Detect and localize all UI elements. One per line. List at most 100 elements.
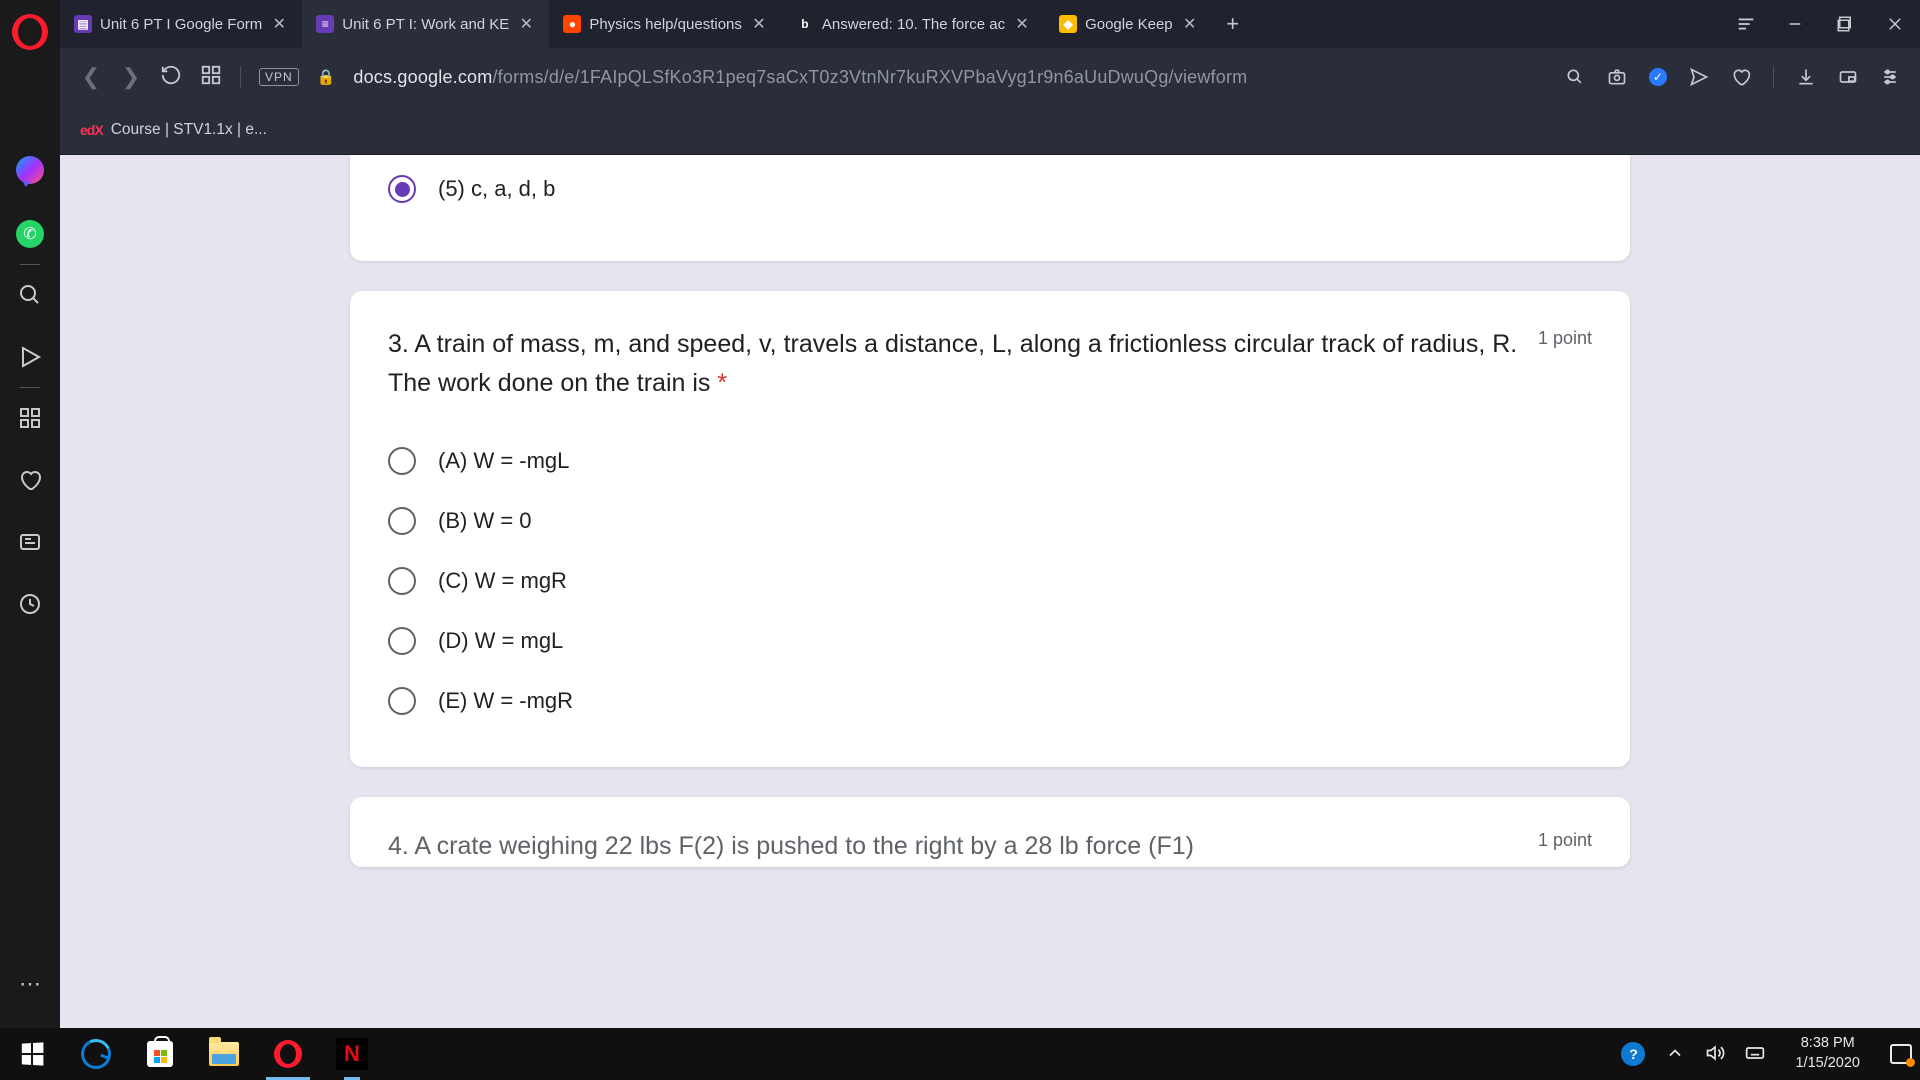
new-tab-button[interactable]: +: [1213, 0, 1253, 48]
close-icon[interactable]: ✕: [750, 14, 768, 34]
easy-setup-icon[interactable]: [1880, 67, 1900, 87]
radio-icon[interactable]: [388, 567, 416, 595]
brainly-icon: b: [796, 15, 814, 33]
bookmark-edx[interactable]: edX Course | STV1.1x | e...: [80, 121, 267, 139]
q3-option-b[interactable]: (B) W = 0: [388, 491, 1592, 551]
radio-icon[interactable]: [388, 687, 416, 715]
taskbar-clock[interactable]: 8:38 PM 1/15/2020: [1785, 1034, 1870, 1073]
keyboard-icon[interactable]: [1745, 1043, 1765, 1066]
separator: [20, 387, 40, 388]
back-button[interactable]: ❮: [80, 64, 102, 90]
whatsapp-icon[interactable]: ✆: [16, 220, 44, 248]
download-icon[interactable]: [1796, 67, 1816, 87]
taskbar-edge[interactable]: [64, 1028, 128, 1080]
lock-icon[interactable]: 🔒: [317, 68, 336, 86]
close-icon[interactable]: ✕: [1013, 14, 1031, 34]
send-icon[interactable]: [1689, 67, 1709, 87]
separator: [20, 264, 40, 265]
forms-icon: ≡: [316, 15, 334, 33]
tab-keep[interactable]: ◆ Google Keep ✕: [1045, 0, 1213, 48]
bookmarks-bar: edX Course | STV1.1x | e...: [60, 106, 1920, 155]
workspaces-icon[interactable]: [16, 404, 44, 432]
search-icon[interactable]: [16, 281, 44, 309]
news-icon[interactable]: [16, 528, 44, 556]
tab-google-form[interactable]: ▤ Unit 6 PT I Google Form ✕: [60, 0, 302, 48]
taskbar-explorer[interactable]: [192, 1028, 256, 1080]
question-text: 4. A crate weighing 22 lbs F(2) is pushe…: [388, 827, 1518, 866]
edx-icon: edX: [80, 122, 103, 138]
option-label: (D) W = mgL: [438, 628, 563, 654]
radio-icon[interactable]: [388, 627, 416, 655]
adblock-icon[interactable]: ✓: [1649, 68, 1667, 86]
play-icon[interactable]: [16, 343, 44, 371]
address-bar: ❮ ❯ VPN 🔒 docs.google.com/forms/d/e/1FAI…: [60, 48, 1920, 106]
question-text: 3. A train of mass, m, and speed, v, tra…: [388, 325, 1518, 403]
volume-icon[interactable]: [1705, 1043, 1725, 1066]
snapshot-icon[interactable]: [1607, 67, 1627, 87]
heart-icon[interactable]: [16, 466, 44, 494]
folder-icon: [209, 1042, 239, 1066]
question-points: 1 point: [1538, 325, 1592, 349]
windows-taskbar: N ? 8:38 PM 1/15/2020: [0, 1028, 1920, 1080]
minimize-button[interactable]: [1770, 0, 1820, 48]
clock-time: 8:38 PM: [1795, 1034, 1860, 1054]
close-window-button[interactable]: [1870, 0, 1920, 48]
tab-work-ke[interactable]: ≡ Unit 6 PT I: Work and KE ✕: [302, 0, 549, 48]
tab-reddit[interactable]: ● Physics help/questions ✕: [549, 0, 782, 48]
opera-icon: [274, 1040, 302, 1068]
taskbar-netflix[interactable]: N: [320, 1028, 384, 1080]
tab-label: Answered: 10. The force ac: [822, 16, 1005, 33]
q3-option-a[interactable]: (A) W = -mgL: [388, 431, 1592, 491]
separator: [240, 66, 241, 88]
video-popout-icon[interactable]: [1838, 67, 1858, 87]
messenger-icon[interactable]: [16, 156, 44, 184]
taskbar-opera[interactable]: [256, 1028, 320, 1080]
q3-option-e[interactable]: (E) W = -mgR: [388, 671, 1592, 731]
option-label: (C) W = mgR: [438, 568, 567, 594]
option-label: (A) W = -mgL: [438, 448, 569, 474]
close-icon[interactable]: ✕: [1181, 14, 1199, 34]
reload-button[interactable]: [160, 64, 182, 91]
reddit-icon: ●: [563, 15, 581, 33]
radio-icon[interactable]: [388, 507, 416, 535]
heart-icon[interactable]: [1731, 67, 1751, 87]
separator: [1773, 66, 1774, 88]
tab-menu-icon[interactable]: [1722, 0, 1770, 48]
radio-selected-icon[interactable]: [388, 175, 416, 203]
store-icon: [147, 1041, 173, 1067]
system-tray: ? 8:38 PM 1/15/2020: [1621, 1034, 1920, 1073]
q3-option-d[interactable]: (D) W = mgL: [388, 611, 1592, 671]
windows-icon: [22, 1042, 44, 1065]
tray-chevron-icon[interactable]: [1665, 1043, 1685, 1066]
maximize-button[interactable]: [1820, 0, 1870, 48]
opera-logo-icon: [12, 14, 48, 50]
notifications-icon[interactable]: [1890, 1044, 1912, 1064]
url-display[interactable]: docs.google.com/forms/d/e/1FAIpQLSfKo3R1…: [353, 67, 1547, 88]
start-button[interactable]: [0, 1028, 64, 1080]
search-in-page-icon[interactable]: [1565, 67, 1585, 87]
tab-label: Unit 6 PT I: Work and KE: [342, 16, 509, 33]
keep-icon: ◆: [1059, 15, 1077, 33]
q2-option-5[interactable]: (5) c, a, d, b: [388, 159, 1592, 219]
page-content[interactable]: (5) c, a, d, b 3. A train of mass, m, an…: [60, 155, 1920, 1028]
forward-button[interactable]: ❯: [120, 64, 142, 90]
tab-label: Unit 6 PT I Google Form: [100, 16, 262, 33]
bookmark-label: Course | STV1.1x | e...: [111, 121, 267, 139]
radio-icon[interactable]: [388, 447, 416, 475]
browser-chrome: ▤ Unit 6 PT I Google Form ✕ ≡ Unit 6 PT …: [60, 0, 1920, 155]
help-icon[interactable]: ?: [1621, 1042, 1645, 1066]
tab-bar: ▤ Unit 6 PT I Google Form ✕ ≡ Unit 6 PT …: [60, 0, 1920, 48]
close-icon[interactable]: ✕: [517, 14, 535, 34]
netflix-icon: N: [336, 1038, 368, 1070]
address-actions: ✓: [1565, 66, 1900, 88]
q3-option-c[interactable]: (C) W = mgR: [388, 551, 1592, 611]
url-path: /forms/d/e/1FAIpQLSfKo3R1peq7saCxT0z3Vtn…: [492, 67, 1247, 87]
speed-dial-button[interactable]: [200, 64, 222, 91]
history-icon[interactable]: [16, 590, 44, 618]
more-icon[interactable]: ⋯: [16, 970, 44, 998]
vpn-badge[interactable]: VPN: [259, 68, 299, 86]
close-icon[interactable]: ✕: [270, 14, 288, 34]
tab-brainly[interactable]: b Answered: 10. The force ac ✕: [782, 0, 1045, 48]
taskbar-store[interactable]: [128, 1028, 192, 1080]
question-4-card: 4. A crate weighing 22 lbs F(2) is pushe…: [350, 797, 1630, 867]
